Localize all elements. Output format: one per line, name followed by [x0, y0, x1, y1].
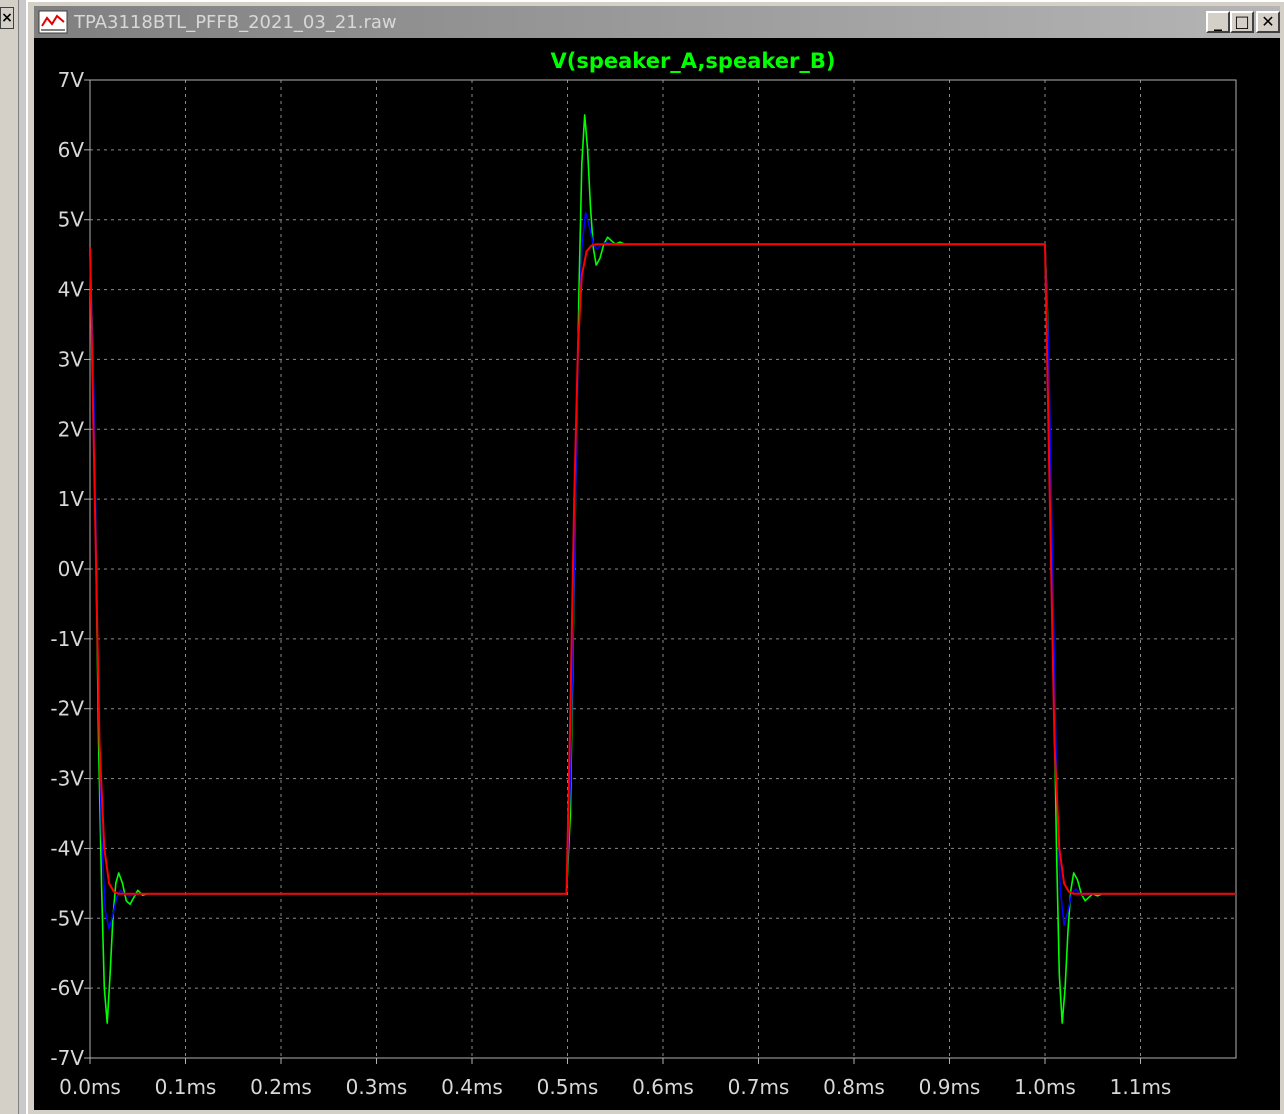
x-tick-label: 1.0ms [1014, 1075, 1076, 1099]
x-tick-label: 1.1ms [1110, 1075, 1172, 1099]
y-tick-label: -3V [50, 767, 84, 791]
y-tick-label: -6V [50, 976, 84, 1000]
y-tick-label: -5V [50, 906, 84, 930]
y-tick-label: -2V [50, 697, 84, 721]
x-tick-label: 0.7ms [728, 1075, 790, 1099]
minimize-button[interactable]: _ [1206, 11, 1230, 33]
y-tick-label: -4V [50, 836, 84, 860]
y-tick-label: 5V [58, 208, 85, 232]
x-tick-label: 0.8ms [823, 1075, 885, 1099]
x-tick-label: 0.6ms [632, 1075, 694, 1099]
x-tick-label: 0.4ms [441, 1075, 503, 1099]
window-title: TPA3118BTL_PFFB_2021_03_21.raw [74, 12, 397, 33]
trace-title: V(speaker_A,speaker_B) [551, 49, 836, 73]
y-tick-label: -1V [50, 627, 84, 651]
adjacent-window-edge: × [0, 0, 19, 1114]
y-tick-label: 2V [58, 417, 85, 441]
x-tick-label: 0.2ms [250, 1075, 312, 1099]
restore-button[interactable]: □ [1230, 11, 1254, 33]
y-tick-label: 6V [58, 138, 85, 162]
y-tick-label: 4V [58, 278, 85, 302]
x-tick-label: 0.5ms [537, 1075, 599, 1099]
waveform-app-icon [38, 10, 68, 34]
close-button[interactable]: ✕ [1256, 11, 1280, 33]
waveform-window: TPA3118BTL_PFFB_2021_03_21.raw _ □ ✕ 7V 6… [26, 0, 1284, 1114]
x-tick-label: 0.0ms [59, 1075, 121, 1099]
y-tick-label: 7V [58, 68, 85, 92]
x-tick-label: 0.1ms [155, 1075, 217, 1099]
y-tick-label: 1V [58, 487, 85, 511]
y-tick-label: 3V [58, 347, 85, 371]
waveform-chart[interactable]: 7V 6V 5V 4V 3V 2V 1V 0V -1V -2V -3V -4V -5V -6V -7V 0.0… [34, 38, 1280, 1110]
title-bar[interactable]: TPA3118BTL_PFFB_2021_03_21.raw _ □ ✕ [34, 6, 1280, 38]
x-tick-label: 0.9ms [919, 1075, 981, 1099]
adjacent-window-close-button[interactable]: × [0, 7, 14, 29]
y-tick-label: 0V [58, 557, 85, 581]
x-tick-label: 0.3ms [346, 1075, 408, 1099]
y-tick-label: -7V [50, 1046, 84, 1070]
plot-pane[interactable]: 7V 6V 5V 4V 3V 2V 1V 0V -1V -2V -3V -4V -5V -6V -7V 0.0… [34, 38, 1280, 1110]
